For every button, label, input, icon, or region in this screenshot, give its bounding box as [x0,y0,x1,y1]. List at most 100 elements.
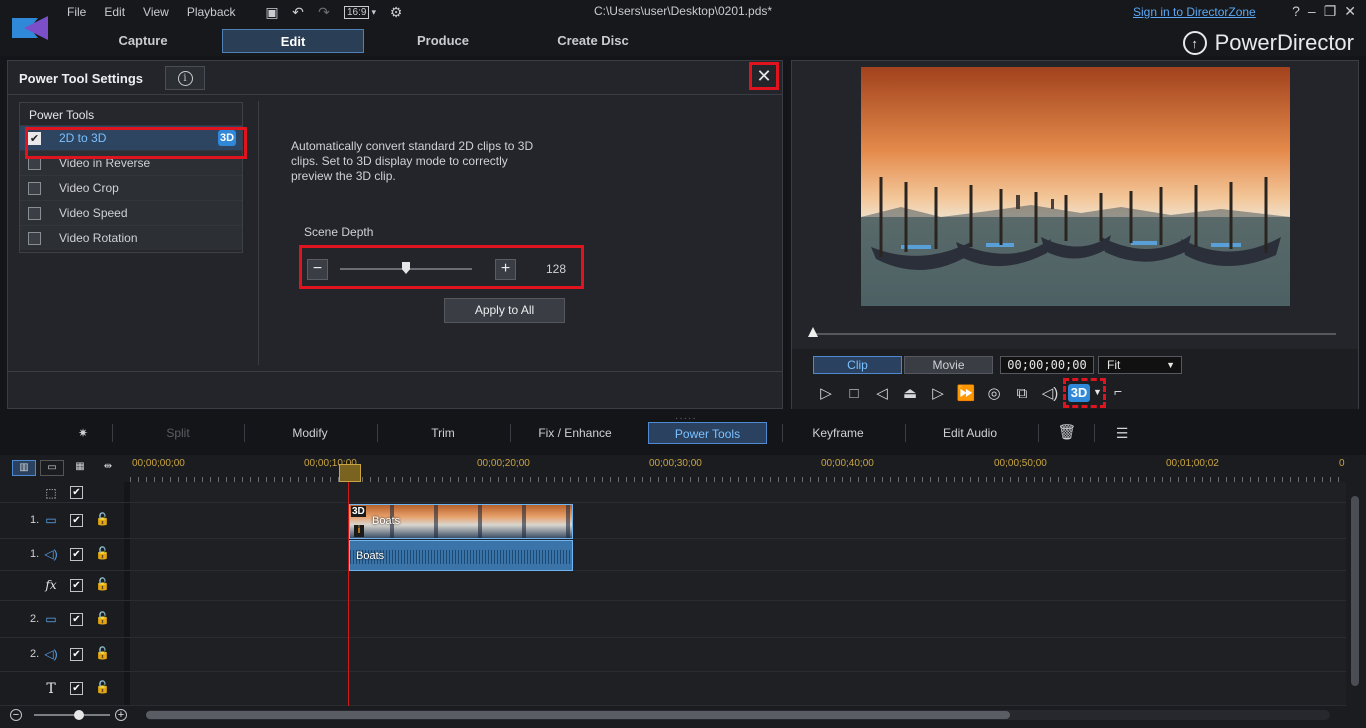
snapshot-camera-icon[interactable]: ◎ [980,383,1008,403]
info-button[interactable]: i [165,66,205,90]
save-icon[interactable]: ▣ [262,2,282,22]
timeline-zoom-slider[interactable] [34,714,110,716]
track-area[interactable] [130,539,1346,570]
master-track-icon: ⬚ [45,486,57,500]
next-frame-icon[interactable]: ▷ [924,383,952,403]
clip-mode-button[interactable]: Clip [813,356,902,374]
trim-button[interactable]: Trim [393,422,493,444]
menu-file[interactable]: File [58,4,95,20]
tool-video-speed[interactable]: Video Speed [20,200,242,225]
3d-mode-button[interactable]: 3D [1068,384,1090,402]
more-options-icon[interactable]: ☰ [1110,422,1134,444]
storyboard-view-icon[interactable]: ▭ [40,460,64,476]
lock-icon[interactable]: 🔓 [95,680,110,694]
restore-icon[interactable]: ❐ [1324,3,1337,20]
track-area[interactable] [130,601,1346,637]
track-area[interactable] [130,482,1346,502]
previous-frame-icon[interactable]: ◁ [868,383,896,403]
timeline-vertical-scrollbar[interactable] [1346,482,1366,706]
playhead-handle[interactable] [339,464,361,482]
menu-view[interactable]: View [134,4,178,20]
timeline-footer: − + [0,706,1366,728]
lock-icon[interactable]: 🔓 [95,546,110,560]
track-enable-checkbox[interactable]: ✔ [70,682,83,695]
timeline-horizontal-scrollbar[interactable] [146,710,1330,720]
track-area[interactable] [130,571,1346,600]
menu-edit[interactable]: Edit [95,4,134,20]
zoom-out-icon[interactable]: − [10,709,22,721]
zoom-in-icon[interactable]: + [115,709,127,721]
tool-checkbox[interactable] [28,181,41,195]
track-area[interactable] [130,672,1346,705]
redo-icon[interactable]: ↷ [314,2,334,22]
track-enable-checkbox[interactable]: ✔ [70,548,83,561]
fast-forward-icon[interactable]: ⏩ [952,383,980,403]
depth-decrease-button[interactable]: − [307,259,328,280]
tool-checkbox[interactable] [28,206,41,220]
timeline-ruler[interactable]: 00;00;00;00 00;00;10;00 00;00;20;00 00;0… [130,455,1346,482]
apply-to-all-button[interactable]: Apply to All [444,298,565,323]
modify-button[interactable]: Modify [260,422,360,444]
tool-video-crop[interactable]: Video Crop [20,175,242,200]
scrub-thumb[interactable] [808,327,818,337]
scene-depth-slider-thumb[interactable] [402,262,410,274]
depth-increase-button[interactable]: + [495,259,516,280]
fit-timeline-icon[interactable]: ⇹ [96,460,120,476]
split-button[interactable]: Split [128,422,228,444]
track-manager-icon[interactable]: ▦ [68,460,92,476]
close-panel-button[interactable]: ✕ [749,62,779,90]
undo-icon[interactable]: ↶ [288,2,308,22]
lock-icon[interactable]: 🔓 [95,646,110,660]
stop-icon[interactable]: □ [840,383,868,403]
signin-link[interactable]: Sign in to DirectorZone [1133,5,1256,19]
track-enable-checkbox[interactable]: ✔ [70,514,83,527]
aspect-ratio-dropdown[interactable]: 16:9 ▾ [340,2,380,22]
tab-create-disc[interactable]: Create Disc [522,29,664,53]
keyframe-button[interactable]: Keyframe [788,422,888,444]
track-enable-checkbox[interactable]: ✔ [70,648,83,661]
lock-icon[interactable]: 🔓 [95,577,110,591]
edit-audio-button[interactable]: Edit Audio [920,422,1020,444]
tab-edit[interactable]: Edit [222,29,364,53]
fix-enhance-button[interactable]: Fix / Enhance [520,422,630,444]
zoom-fit-dropdown[interactable]: Fit ▼ [1098,356,1182,374]
track-enable-checkbox[interactable]: ✔ [70,579,83,592]
zoom-slider-thumb[interactable] [74,710,84,720]
play-icon[interactable]: ▷ [812,383,840,403]
track-enable-checkbox[interactable]: ✔ [70,486,83,499]
lock-icon[interactable]: 🔓 [95,512,110,526]
track-area[interactable] [130,638,1346,671]
tab-capture[interactable]: Capture [72,29,214,53]
tool-video-rotation[interactable]: Video Rotation [20,225,242,250]
video-track-icon: ▭ [45,612,57,626]
preview-scrub-bar[interactable] [814,333,1336,335]
magic-tools-icon[interactable]: ✷ [70,422,96,444]
lock-icon[interactable]: 🔓 [95,611,110,625]
tab-produce[interactable]: Produce [372,29,514,53]
split-marker-icon[interactable]: ⏏ [896,383,924,403]
settings-gear-icon[interactable]: ⚙ [386,2,406,22]
track-area[interactable] [130,503,1346,538]
audio-clip[interactable]: Boats [349,540,573,571]
volume-icon[interactable]: ◁) [1036,383,1064,403]
help-icon[interactable]: ? [1292,3,1300,20]
timecode-field[interactable]: 00;00;00;00 [1000,356,1094,374]
3d-mode-dropdown-icon[interactable]: ▼ [1093,387,1102,397]
power-tools-button[interactable]: Power Tools [648,422,767,444]
minimize-icon[interactable]: – [1308,3,1316,20]
video-clip[interactable]: 3D i Boats [349,504,573,539]
menu-playback[interactable]: Playback [178,4,245,20]
timeline-view-icon[interactable]: ▥ [12,460,36,476]
movie-mode-button[interactable]: Movie [904,356,993,374]
tool-checkbox[interactable] [28,231,41,245]
delete-trash-icon[interactable]: 🗑 [1055,422,1079,444]
upgrade-arrow-icon[interactable]: ↑ [1182,31,1207,55]
close-window-icon[interactable]: ✕ [1344,3,1356,20]
timeline-header: ▥ ▭ ▦ ⇹ 00;00;00;00 00;00;10;00 00;00;20… [0,455,1366,482]
external-display-icon[interactable]: ⌐ [1114,383,1134,403]
track-enable-checkbox[interactable]: ✔ [70,613,83,626]
undock-preview-icon[interactable]: ⧉ [1008,383,1036,403]
clip-info-icon[interactable]: i [354,525,364,537]
scrollbar-thumb[interactable] [146,711,1010,719]
scrollbar-thumb[interactable] [1351,496,1359,686]
